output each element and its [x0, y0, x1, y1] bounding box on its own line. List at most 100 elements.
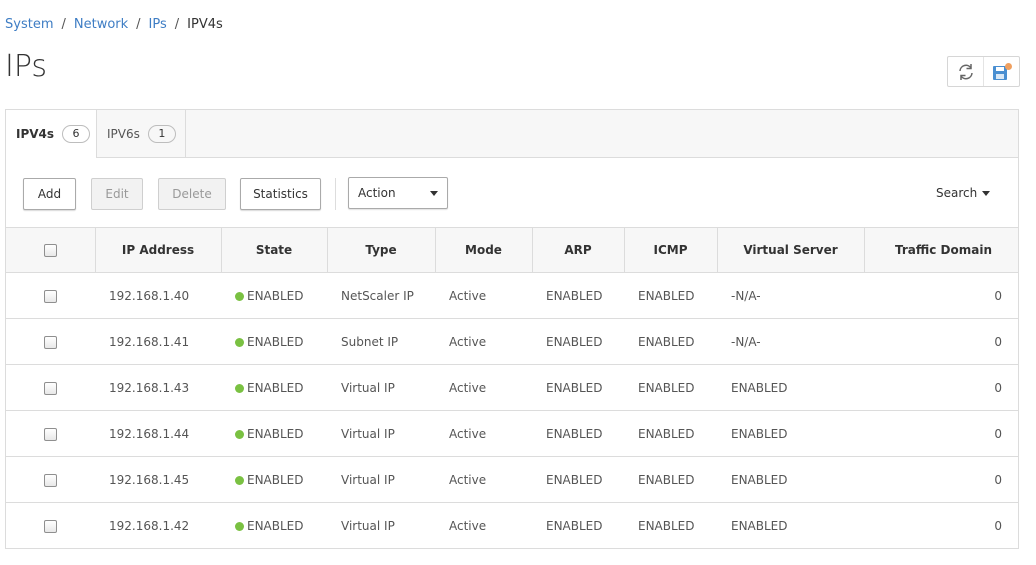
- column-header-type[interactable]: Type: [327, 227, 436, 273]
- state-text: ENABLED: [247, 518, 304, 533]
- state-cell: ENABLED: [221, 503, 327, 549]
- virtual-server-cell: ENABLED: [717, 410, 864, 457]
- column-header-icmp[interactable]: ICMP: [624, 227, 718, 273]
- table-row[interactable]: 192.168.1.45 ENABLED Virtual IP Active E…: [6, 456, 1018, 503]
- ip-address-cell: 192.168.1.40: [95, 272, 221, 319]
- tab-label: IPV6s: [107, 127, 140, 141]
- arp-cell: ENABLED: [546, 518, 603, 533]
- column-header-traffic-domain[interactable]: Traffic Domain: [864, 227, 1018, 273]
- select-all-checkbox[interactable]: [43, 244, 57, 257]
- icmp-cell: ENABLED: [624, 272, 717, 319]
- traffic-domain-cell: 0: [864, 364, 1018, 411]
- breadcrumb-network-link[interactable]: Network: [74, 17, 128, 32]
- breadcrumb-separator: /: [61, 17, 66, 32]
- delete-button[interactable]: Delete: [158, 178, 226, 210]
- table-row[interactable]: 192.168.1.41 ENABLED Subnet IP Active EN…: [6, 318, 1018, 365]
- state-text: ENABLED: [247, 288, 304, 303]
- row-select-cell: [6, 272, 95, 319]
- arp-cell: ENABLED: [532, 318, 624, 365]
- virtual-server-cell: -N/A-: [717, 318, 864, 365]
- row-checkbox[interactable]: [44, 289, 57, 303]
- add-button[interactable]: Add: [23, 178, 76, 210]
- type-cell: NetScaler IP: [327, 272, 435, 319]
- arp-cell: ENABLED: [532, 410, 624, 457]
- virtual-server-cell: ENABLED: [731, 518, 788, 533]
- mode-cell: Active: [435, 456, 532, 503]
- table-row[interactable]: 192.168.1.43 ENABLED Virtual IP Active E…: [6, 364, 1018, 411]
- tab-ipv6s[interactable]: IPV6s 1: [97, 110, 186, 158]
- select-all-header: [6, 227, 96, 273]
- row-checkbox[interactable]: [44, 335, 57, 349]
- ips-panel: IPV4s 6 IPV6s 1 Add Edit Delete Statisti…: [5, 109, 1019, 549]
- state-cell: ENABLED: [221, 364, 327, 411]
- status-dot-icon: [235, 337, 244, 347]
- row-checkbox[interactable]: [44, 427, 57, 441]
- status-dot-icon: [235, 521, 244, 531]
- breadcrumb-system-link[interactable]: System: [5, 17, 53, 32]
- column-header-arp[interactable]: ARP: [532, 227, 625, 273]
- arp-cell: ENABLED: [532, 364, 624, 411]
- breadcrumb-separator: /: [174, 17, 180, 32]
- row-checkbox[interactable]: [44, 381, 57, 395]
- refresh-button[interactable]: [948, 57, 983, 86]
- traffic-domain-cell: 0: [864, 272, 1018, 319]
- status-dot-icon: [235, 383, 244, 393]
- status-dot-icon: [235, 475, 244, 485]
- ip-address-cell: 192.168.1.44: [95, 410, 221, 457]
- traffic-domain-cell: 0: [864, 318, 1018, 365]
- table-row[interactable]: 192.168.1.42 ENABLED Virtual IP Active E…: [6, 503, 1018, 549]
- table-row[interactable]: 192.168.1.44 ENABLED Virtual IP Active E…: [6, 410, 1018, 457]
- icmp-cell: ENABLED: [624, 410, 717, 457]
- column-header-state[interactable]: State: [221, 227, 328, 273]
- type-cell: Virtual IP: [327, 364, 435, 411]
- refresh-icon: [958, 63, 973, 80]
- state-text: ENABLED: [247, 472, 304, 487]
- page-title: IPs: [5, 49, 48, 84]
- search-label: Search: [936, 186, 978, 200]
- row-select-cell: [6, 364, 95, 411]
- row-select-cell: [6, 318, 95, 365]
- chevron-down-icon: [982, 190, 991, 196]
- mode-cell: Active: [435, 272, 532, 319]
- state-text: ENABLED: [247, 380, 304, 395]
- state-cell: ENABLED: [221, 410, 327, 457]
- row-select-cell: [6, 503, 95, 549]
- chevron-down-icon: [430, 191, 438, 196]
- row-select-cell: [6, 456, 95, 503]
- save-config-button[interactable]: [983, 57, 1019, 86]
- type-cell: Virtual IP: [327, 456, 435, 503]
- action-dropdown-label: Action: [358, 186, 396, 200]
- ips-table: IP Address State Type Mode ARP ICMP Virt…: [6, 227, 1018, 549]
- icmp-cell: ENABLED: [638, 518, 695, 533]
- tab-ipv4s[interactable]: IPV4s 6: [6, 110, 97, 158]
- arp-cell: ENABLED: [532, 456, 624, 503]
- edit-button[interactable]: Edit: [91, 178, 143, 210]
- column-header-virtual-server[interactable]: Virtual Server: [717, 227, 865, 273]
- type-cell: Virtual IP: [341, 518, 395, 533]
- column-header-mode[interactable]: Mode: [435, 227, 533, 273]
- icmp-cell: ENABLED: [624, 364, 717, 411]
- icmp-cell: ENABLED: [624, 318, 717, 365]
- statistics-button[interactable]: Statistics: [240, 178, 321, 210]
- breadcrumb-ips-link[interactable]: IPs: [149, 17, 167, 32]
- ip-address-cell: 192.168.1.41: [95, 318, 221, 365]
- state-text: ENABLED: [247, 334, 304, 349]
- virtual-server-cell: ENABLED: [717, 456, 864, 503]
- state-cell: ENABLED: [221, 456, 327, 503]
- column-header-ip-address[interactable]: IP Address: [95, 227, 222, 273]
- breadcrumb: System / Network / IPs / IPV4s: [5, 17, 223, 32]
- status-dot-icon: [235, 291, 244, 301]
- row-checkbox[interactable]: [44, 473, 57, 487]
- tab-count-badge: 1: [147, 125, 176, 143]
- state-cell: ENABLED: [221, 318, 327, 365]
- type-cell: Subnet IP: [327, 318, 435, 365]
- row-checkbox[interactable]: [44, 519, 57, 533]
- mode-cell: Active: [435, 364, 532, 411]
- virtual-server-cell: -N/A-: [717, 272, 864, 319]
- ip-address-cell: 192.168.1.42: [109, 518, 190, 533]
- search-dropdown[interactable]: Search: [936, 186, 991, 200]
- icmp-cell: ENABLED: [624, 456, 717, 503]
- arp-cell: ENABLED: [532, 272, 624, 319]
- table-row[interactable]: 192.168.1.40 ENABLED NetScaler IP Active…: [6, 272, 1018, 319]
- action-dropdown[interactable]: Action: [348, 177, 448, 209]
